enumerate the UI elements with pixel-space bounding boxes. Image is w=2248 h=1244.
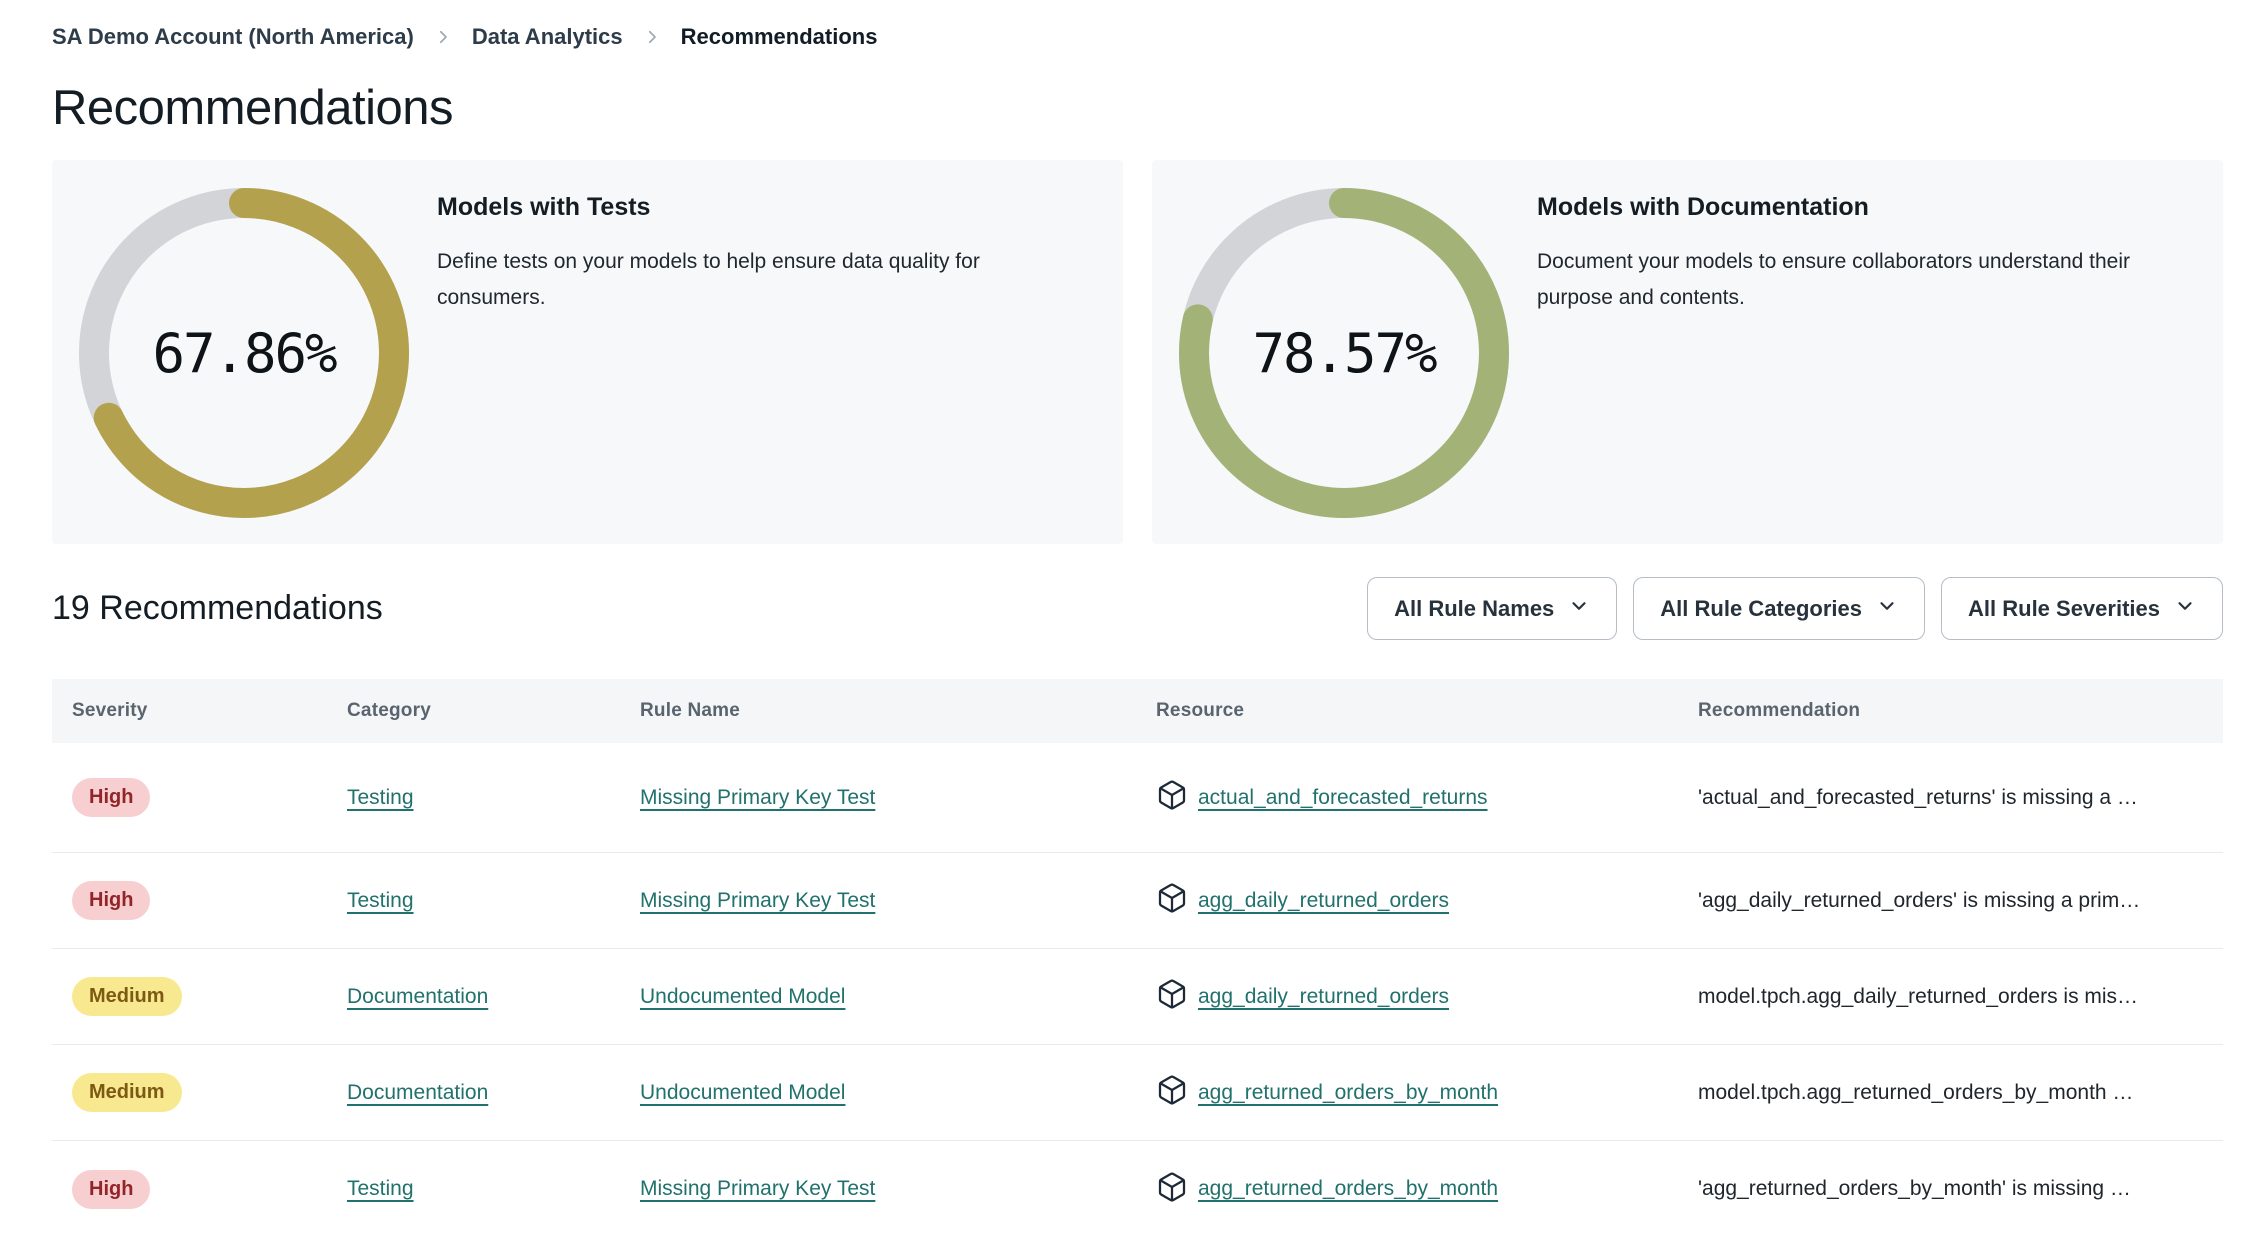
rule-name-link[interactable]: Missing Primary Key Test: [640, 889, 875, 912]
chevron-down-icon: [2174, 595, 2196, 623]
rule-name-cell: Missing Primary Key Test: [640, 1177, 1156, 1201]
resource-cell: actual_and_forecasted_returns: [1156, 779, 1698, 816]
category-cell: Testing: [347, 1177, 640, 1201]
card-models-with-documentation: 78.57% Models with Documentation Documen…: [1152, 160, 2223, 544]
column-header-rule-name: Rule Name: [640, 700, 741, 721]
severity-cell: Medium: [52, 977, 347, 1016]
donut-percent-label: 78.57%: [1252, 321, 1437, 385]
resource-link[interactable]: agg_returned_orders_by_month: [1198, 1177, 1498, 1201]
breadcrumb-account[interactable]: SA Demo Account (North America): [52, 24, 414, 50]
rule-name-link[interactable]: Missing Primary Key Test: [640, 1177, 875, 1200]
category-link[interactable]: Testing: [347, 1177, 414, 1200]
card-text: Models with Tests Define tests on your m…: [437, 193, 1067, 544]
resource-link[interactable]: actual_and_forecasted_returns: [1198, 786, 1488, 810]
category-link[interactable]: Testing: [347, 786, 414, 809]
rule-name-link[interactable]: Undocumented Model: [640, 985, 845, 1008]
filter-label: All Rule Categories: [1660, 595, 1863, 621]
severity-cell: High: [52, 778, 347, 817]
category-link[interactable]: Documentation: [347, 985, 488, 1008]
donut-wrap: 78.57%: [1174, 183, 1514, 523]
recommendation-text: 'agg_returned_orders_by_month' is missin…: [1698, 1177, 2131, 1200]
table-row: High Testing Missing Primary Key Test ag…: [52, 1141, 2223, 1237]
category-cell: Documentation: [347, 1081, 640, 1105]
severity-badge: High: [72, 778, 151, 817]
rule-name-link[interactable]: Missing Primary Key Test: [640, 786, 875, 809]
column-header-recommendation: Recommendation: [1698, 700, 1861, 721]
recommendations-page: SA Demo Account (North America) Data Ana…: [0, 24, 2248, 1237]
recommendations-table: Severity Category Rule Name Resource Rec…: [52, 679, 2223, 1237]
category-cell: Documentation: [347, 985, 640, 1009]
chevron-down-icon: [1568, 595, 1590, 623]
severity-badge: Medium: [72, 977, 182, 1016]
chevron-right-icon: [643, 28, 661, 46]
rule-name-cell: Missing Primary Key Test: [640, 786, 1156, 810]
card-title: Models with Documentation: [1537, 193, 1869, 221]
resource-link[interactable]: agg_returned_orders_by_month: [1198, 1081, 1498, 1105]
filter-rule-severities-dropdown[interactable]: All Rule Severities: [1941, 577, 2223, 640]
rule-name-link[interactable]: Undocumented Model: [640, 1081, 845, 1104]
rule-name-cell: Undocumented Model: [640, 985, 1156, 1009]
filter-label: All Rule Severities: [1968, 595, 2160, 621]
metric-cards: 67.86% Models with Tests Define tests on…: [52, 160, 2223, 544]
table-row: High Testing Missing Primary Key Test ac…: [52, 743, 2223, 853]
model-box-icon: [1156, 1074, 1188, 1111]
chevron-down-icon: [1876, 595, 1898, 623]
filter-rule-names-dropdown[interactable]: All Rule Names: [1367, 577, 1618, 640]
severity-badge: Medium: [72, 1073, 182, 1112]
category-link[interactable]: Testing: [347, 889, 414, 912]
column-header-resource: Resource: [1156, 700, 1245, 721]
table-row: Medium Documentation Undocumented Model …: [52, 949, 2223, 1045]
filter-rule-categories-dropdown[interactable]: All Rule Categories: [1633, 577, 1926, 640]
breadcrumb-project[interactable]: Data Analytics: [472, 24, 623, 50]
severity-cell: Medium: [52, 1073, 347, 1112]
severity-cell: High: [52, 1169, 347, 1209]
filter-group: All Rule Names All Rule Categories All R…: [1367, 577, 2223, 640]
filter-label: All Rule Names: [1394, 595, 1555, 621]
table-header-row: Severity Category Rule Name Resource Rec…: [52, 679, 2223, 743]
breadcrumb-current: Recommendations: [680, 24, 878, 49]
recommendation-text: model.tpch.agg_daily_returned_orders is …: [1698, 984, 2139, 1008]
rule-name-cell: Undocumented Model: [640, 1081, 1156, 1105]
resource-link[interactable]: agg_daily_returned_orders: [1198, 889, 1449, 913]
rule-name-cell: Missing Primary Key Test: [640, 889, 1156, 913]
resource-link[interactable]: agg_daily_returned_orders: [1198, 985, 1449, 1009]
severity-badge: High: [72, 881, 151, 920]
severity-badge: High: [72, 1169, 151, 1209]
card-text: Models with Documentation Document your …: [1537, 193, 2167, 544]
model-box-icon: [1156, 978, 1188, 1015]
model-box-icon: [1156, 882, 1188, 919]
category-cell: Testing: [347, 786, 640, 810]
recommendation-text: model.tpch.agg_returned_orders_by_month …: [1698, 1080, 2134, 1104]
resource-cell: agg_daily_returned_orders: [1156, 978, 1698, 1015]
resource-cell: agg_returned_orders_by_month: [1156, 1171, 1698, 1208]
recommendations-table-body: High Testing Missing Primary Key Test ac…: [52, 743, 2223, 1237]
column-header-category: Category: [347, 700, 431, 721]
recommendations-count-title: 19 Recommendations: [52, 589, 383, 627]
category-link[interactable]: Documentation: [347, 1081, 488, 1104]
card-description: Document your models to ensure collabora…: [1537, 250, 2130, 309]
breadcrumb: SA Demo Account (North America) Data Ana…: [52, 24, 2223, 50]
donut-wrap: 67.86%: [74, 183, 414, 523]
donut-percent-label: 67.86%: [152, 321, 337, 385]
category-cell: Testing: [347, 889, 640, 913]
model-box-icon: [1156, 1171, 1188, 1208]
table-row: Medium Documentation Undocumented Model …: [52, 1045, 2223, 1141]
card-description: Define tests on your models to help ensu…: [437, 250, 980, 309]
chevron-right-icon: [434, 28, 452, 46]
card-title: Models with Tests: [437, 193, 651, 221]
resource-cell: agg_returned_orders_by_month: [1156, 1074, 1698, 1111]
model-box-icon: [1156, 779, 1188, 816]
card-models-with-tests: 67.86% Models with Tests Define tests on…: [52, 160, 1123, 544]
page-title: Recommendations: [52, 81, 454, 135]
recommendation-text: 'agg_daily_returned_orders' is missing a…: [1698, 888, 2141, 912]
recommendation-text: 'actual_and_forecasted_returns' is missi…: [1698, 785, 2138, 809]
severity-cell: High: [52, 881, 347, 920]
table-row: High Testing Missing Primary Key Test ag…: [52, 853, 2223, 949]
resource-cell: agg_daily_returned_orders: [1156, 882, 1698, 919]
column-header-severity: Severity: [72, 700, 148, 721]
list-toolbar: 19 Recommendations All Rule Names All Ru…: [52, 577, 2223, 640]
